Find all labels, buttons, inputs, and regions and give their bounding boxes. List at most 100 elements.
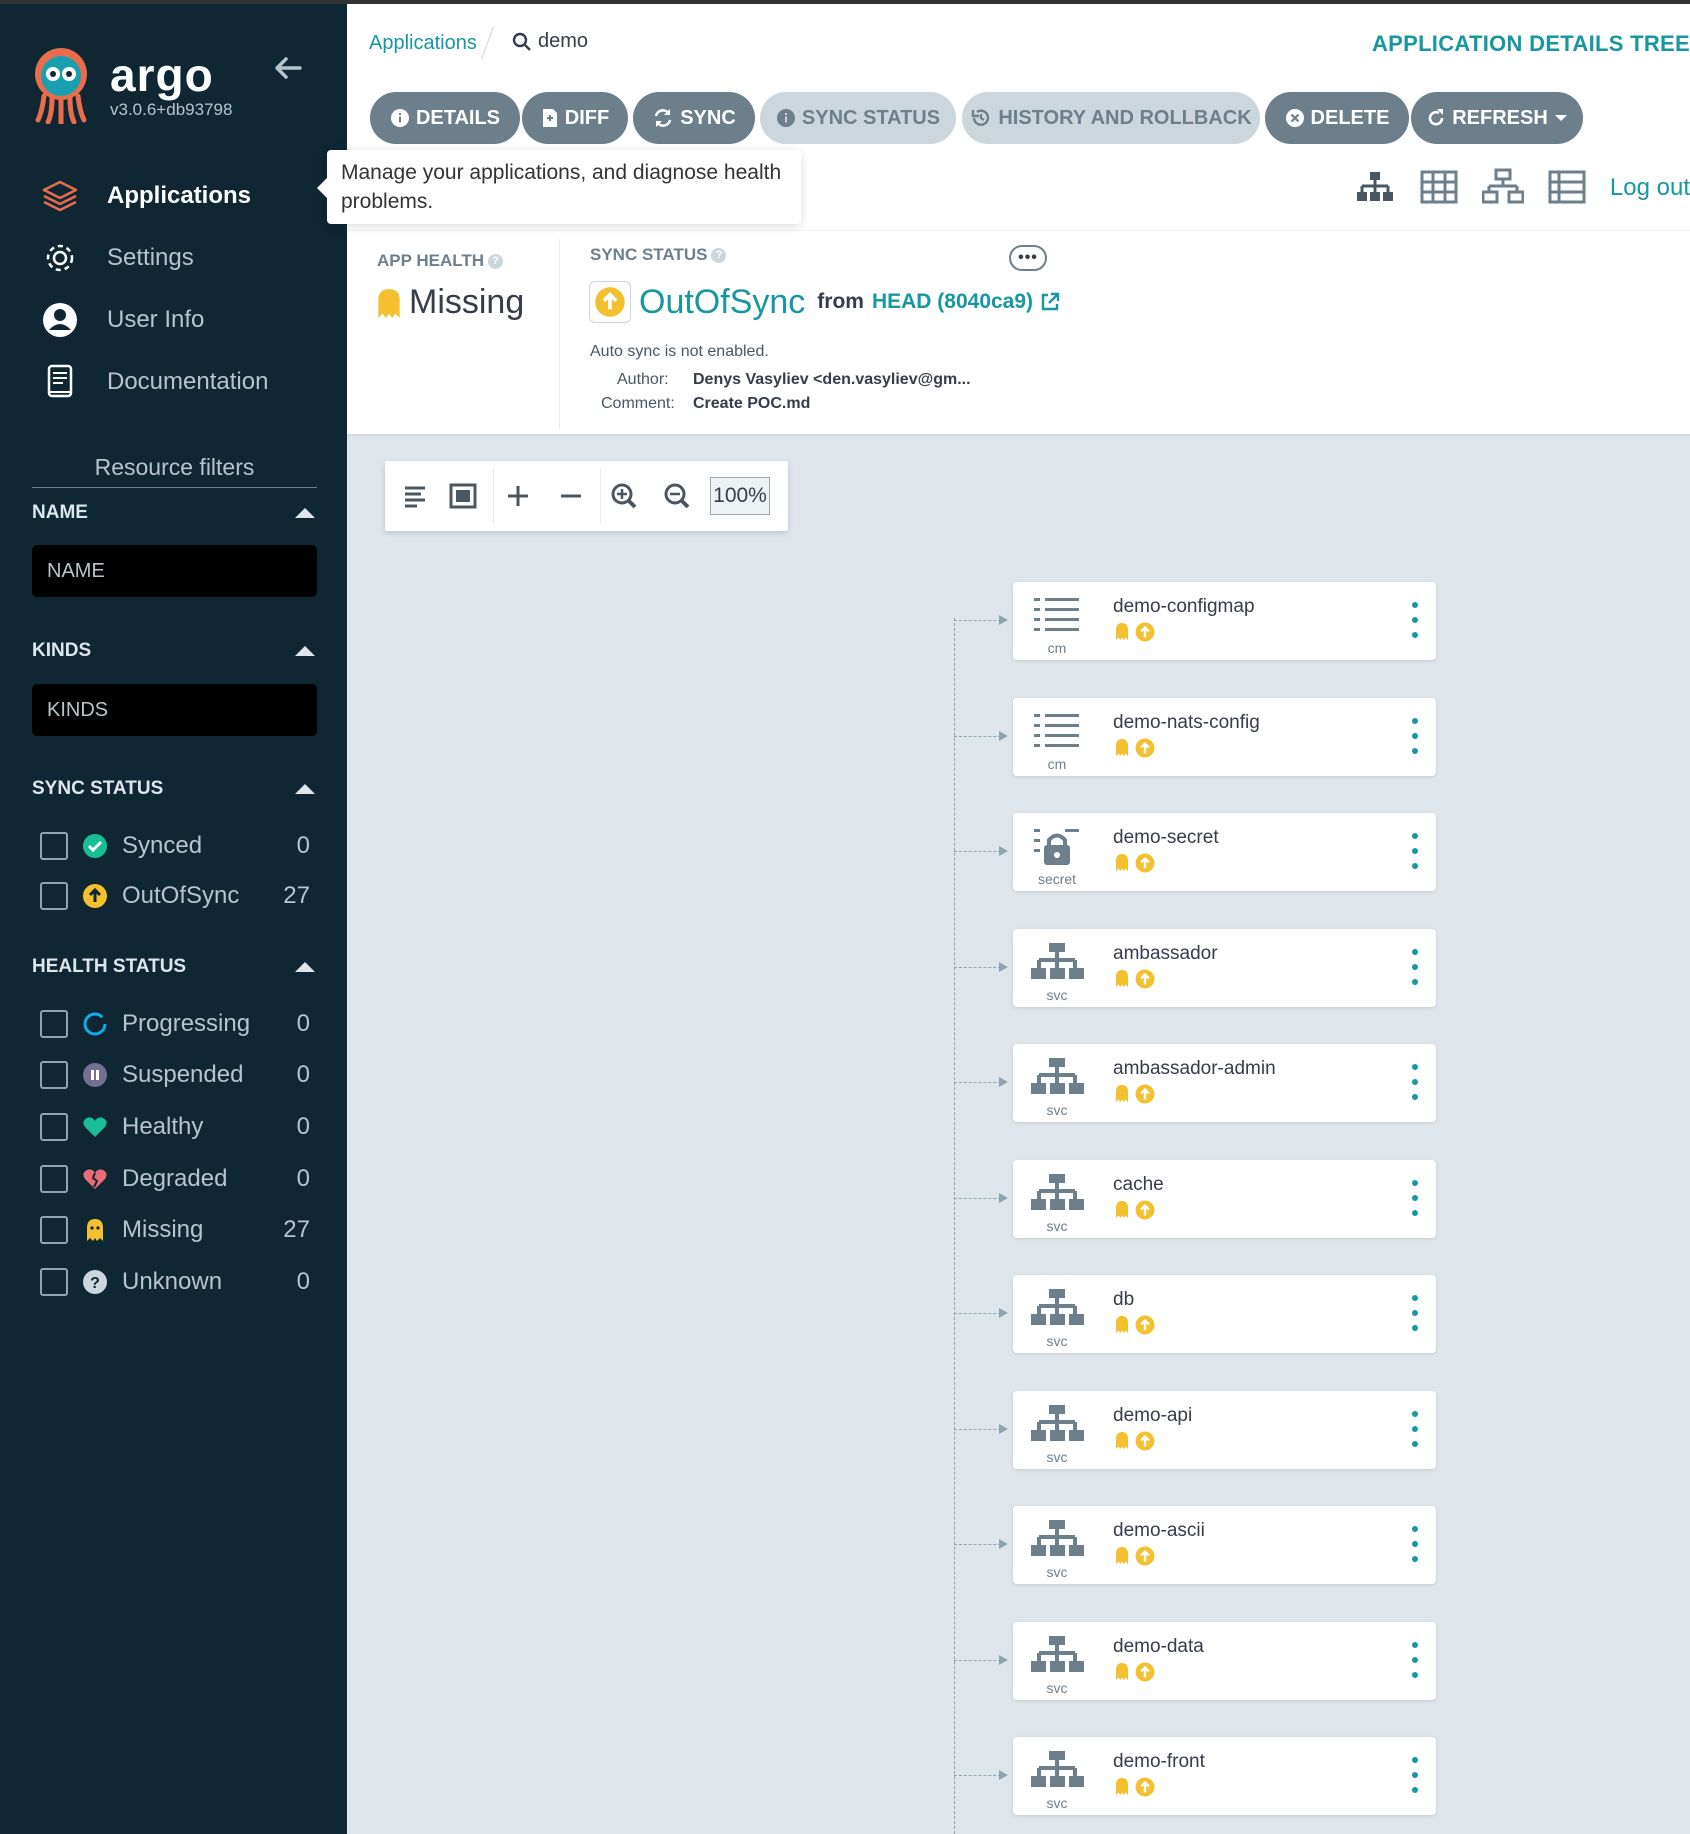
menu-dot — [1412, 848, 1418, 854]
filter-missing[interactable]: Missing 27 — [40, 1210, 310, 1250]
checkbox[interactable] — [40, 1268, 68, 1296]
filter-count: 0 — [296, 1268, 310, 1295]
checkbox[interactable] — [40, 1165, 68, 1193]
checkbox[interactable] — [40, 1061, 68, 1089]
service-icon — [1031, 1636, 1084, 1672]
node-menu-button[interactable] — [1408, 1411, 1422, 1447]
ghost-icon — [1116, 1085, 1128, 1102]
collapse-icon[interactable] — [551, 476, 591, 516]
resource-node-demo-ascii[interactable]: svc demo-ascii — [1013, 1506, 1436, 1584]
revision-link[interactable]: HEAD (8040ca9) — [872, 290, 1033, 314]
history-rollback-button[interactable]: HISTORY AND ROLLBACK — [962, 92, 1260, 144]
delete-button[interactable]: DELETE — [1265, 92, 1409, 144]
resource-status-icons — [1113, 738, 1155, 758]
diff-button[interactable]: DIFF — [522, 92, 628, 144]
node-menu-button[interactable] — [1408, 1295, 1422, 1331]
menu-dot — [1412, 1411, 1418, 1417]
list-view-icon[interactable] — [1546, 168, 1588, 208]
help-icon[interactable]: ? — [711, 247, 727, 263]
kinds-filter-input[interactable] — [32, 684, 317, 736]
filter-out-of-sync[interactable]: OutOfSync 27 — [40, 876, 310, 916]
checkbox[interactable] — [40, 1113, 68, 1141]
filter-unknown[interactable]: ? Unknown 0 — [40, 1262, 310, 1302]
resource-node-demo-data[interactable]: svc demo-data — [1013, 1622, 1436, 1700]
checkbox[interactable] — [40, 832, 68, 860]
align-left-icon[interactable] — [395, 476, 435, 516]
tree-view-icon[interactable] — [1354, 168, 1396, 208]
user-icon — [43, 303, 77, 337]
external-link-icon[interactable] — [1039, 291, 1061, 313]
menu-dot — [1412, 1642, 1418, 1648]
zoom-in-icon[interactable] — [604, 476, 644, 516]
resource-node-demo-front[interactable]: svc demo-front — [1013, 1737, 1436, 1815]
resource-node-db[interactable]: svc db — [1013, 1275, 1436, 1353]
sidebar-item-settings[interactable]: Settings — [0, 228, 347, 288]
refresh-button[interactable]: REFRESH — [1411, 92, 1583, 144]
fit-to-screen-icon[interactable] — [443, 476, 483, 516]
resource-node-ambassador-admin[interactable]: svc ambassador-admin — [1013, 1044, 1436, 1122]
name-filter-input[interactable] — [32, 545, 317, 597]
checkbox[interactable] — [40, 1010, 68, 1038]
logout-link[interactable]: Log out — [1610, 174, 1690, 202]
menu-dot — [1412, 1195, 1418, 1201]
resource-node-ambassador[interactable]: svc ambassador — [1013, 929, 1436, 1007]
out-of-sync-icon — [1135, 1546, 1155, 1566]
resource-name: demo-nats-config — [1113, 712, 1260, 733]
resource-node-demo-nats-config[interactable]: cm demo-nats-config — [1013, 698, 1436, 776]
filter-synced[interactable]: Synced 0 — [40, 826, 310, 866]
filter-progressing[interactable]: Progressing 0 — [40, 1004, 310, 1044]
network-view-icon[interactable] — [1481, 168, 1524, 208]
ghost-icon — [1116, 1432, 1128, 1449]
filter-healthy[interactable]: Healthy 0 — [40, 1107, 310, 1147]
sync-button[interactable]: SYNC — [633, 92, 755, 144]
kinds-filter-header[interactable]: KINDS — [32, 640, 317, 662]
sync-status-filter-header[interactable]: SYNC STATUS — [32, 778, 317, 800]
help-icon[interactable]: ? — [488, 253, 504, 269]
menu-dot — [1412, 1180, 1418, 1186]
resource-node-demo-configmap[interactable]: cm demo-configmap — [1013, 582, 1436, 660]
history-icon — [972, 109, 990, 126]
zoom-level[interactable]: 100% — [710, 477, 770, 515]
node-menu-button[interactable] — [1408, 833, 1422, 869]
collapse-sidebar-icon[interactable] — [270, 50, 306, 86]
menu-dot — [1412, 1094, 1418, 1100]
filter-degraded[interactable]: Degraded 0 — [40, 1159, 310, 1199]
checkbox[interactable] — [40, 1216, 68, 1244]
filter-suspended[interactable]: Suspended 0 — [40, 1055, 310, 1095]
node-menu-button[interactable] — [1408, 602, 1422, 638]
more-options-button[interactable]: ••• — [1009, 245, 1047, 271]
name-filter-title: NAME — [32, 502, 88, 523]
details-button[interactable]: DETAILS — [370, 92, 520, 144]
node-menu-button[interactable] — [1408, 949, 1422, 985]
out-of-sync-icon — [595, 287, 625, 317]
out-of-sync-icon — [1135, 1777, 1155, 1797]
tree-branch-connector — [954, 846, 1008, 856]
resource-name: demo-data — [1113, 1636, 1204, 1657]
node-menu-button[interactable] — [1408, 1757, 1422, 1793]
menu-dot — [1412, 632, 1418, 638]
node-menu-button[interactable] — [1408, 718, 1422, 754]
page-title: APPLICATION DETAILS TREE — [1371, 31, 1690, 56]
expand-icon[interactable] — [498, 476, 538, 516]
sidebar-item-user-info[interactable]: User Info — [0, 288, 347, 352]
info-icon — [776, 109, 795, 127]
sync-status-button[interactable]: SYNC STATUS — [760, 92, 956, 144]
resource-node-demo-secret[interactable]: secret demo-secret — [1013, 813, 1436, 891]
sidebar-item-applications[interactable]: Applications — [0, 164, 347, 228]
node-menu-button[interactable] — [1408, 1642, 1422, 1678]
node-menu-button[interactable] — [1408, 1064, 1422, 1100]
zoom-out-icon[interactable] — [657, 476, 697, 516]
name-filter-header[interactable]: NAME — [32, 502, 317, 524]
node-menu-button[interactable] — [1408, 1180, 1422, 1216]
breadcrumb-applications[interactable]: Applications — [369, 32, 477, 55]
checkbox[interactable] — [40, 882, 68, 910]
resource-node-cache[interactable]: svc cache — [1013, 1160, 1436, 1238]
node-menu-button[interactable] — [1408, 1526, 1422, 1562]
resource-node-demo-api[interactable]: svc demo-api — [1013, 1391, 1436, 1469]
sidebar-item-documentation[interactable]: Documentation — [0, 352, 347, 412]
app-health-value: Missing — [375, 283, 524, 322]
heart-icon — [83, 1117, 107, 1137]
pods-view-icon[interactable] — [1418, 168, 1460, 208]
resource-kind-label: secret — [1037, 871, 1077, 887]
health-status-filter-header[interactable]: HEALTH STATUS — [32, 956, 317, 978]
